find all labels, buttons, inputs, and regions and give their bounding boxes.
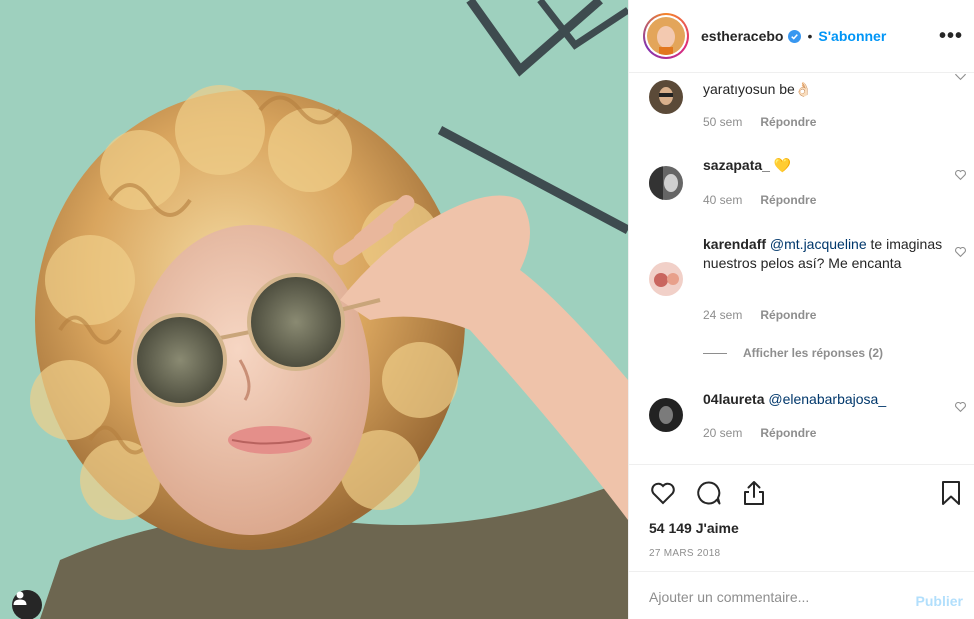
comment-body: 💛 [773,157,792,173]
comment-username[interactable]: karendaff [703,236,766,252]
author-avatar[interactable] [643,13,689,59]
reply-button[interactable]: Répondre [760,426,816,440]
share-upload-icon[interactable] [740,479,768,507]
comment-mention-link[interactable]: @mt.jacqueline [770,236,867,252]
comment-meta: 20 sem Répondre [703,426,816,440]
user-tag-button[interactable] [12,590,42,619]
reply-button[interactable]: Répondre [760,308,816,322]
view-replies-button[interactable]: Afficher les réponses (2) [703,346,883,360]
reply-button[interactable]: Répondre [760,193,816,207]
add-comment-bar: Publier [629,571,974,619]
comment-time[interactable]: 50 sem [703,115,742,129]
add-comment-input[interactable] [649,586,899,608]
commenter-avatar[interactable] [649,262,683,296]
verified-badge-icon [788,29,802,43]
comment-mention-link[interactable]: @elenabarbajosa_ [768,391,886,407]
comment-text: sazapata_ 💛 [703,156,943,175]
post-photo[interactable] [0,0,628,619]
comment-text: yaratıyosun be👌🏻 [703,80,943,99]
comment-meta: 50 sem Répondre [703,115,816,129]
avatar-ring-inner [645,15,687,57]
more-options-icon[interactable]: ••• [939,26,963,46]
user-icon [13,591,27,605]
comment-meta: 24 sem Répondre [703,308,816,322]
publish-button[interactable]: Publier [916,593,963,609]
post-date[interactable]: 27 MARS 2018 [649,548,720,559]
comments-list[interactable]: yaratıyosun be👌🏻 50 sem Répondre sazapata… [629,74,974,464]
post-photo-illustration [0,0,628,619]
author-avatar-image [647,17,685,55]
header-separator: • [807,28,813,44]
bookmark-icon[interactable] [937,479,965,507]
comment-username[interactable]: 04laureta [703,391,764,407]
post-header: estheracebo • S'abonner ••• [629,0,974,73]
comment-meta: 40 sem Répondre [703,193,816,207]
comment-time[interactable]: 24 sem [703,308,742,322]
comment-like-icon[interactable] [954,74,967,81]
post-side-panel: estheracebo • S'abonner ••• yaratıyosun … [628,0,974,619]
comment-like-icon[interactable] [954,400,967,413]
post-actions: 54 149 J'aime 27 MARS 2018 [629,464,974,570]
reply-button[interactable]: Répondre [760,115,816,129]
comment-text: karendaff @mt.jacqueline te imaginas nue… [703,235,943,273]
follow-button[interactable]: S'abonner [818,28,886,44]
comment-body: yaratıyosun be👌🏻 [703,81,813,97]
comment-text: 04laureta @elenabarbajosa_ [703,390,943,409]
commenter-avatar[interactable] [649,398,683,432]
comment-time[interactable]: 40 sem [703,193,742,207]
comment-bubble-icon[interactable] [695,479,723,507]
view-replies-divider [703,352,727,354]
view-replies-label: Afficher les réponses (2) [743,346,884,360]
comment-like-icon[interactable] [954,245,967,258]
commenter-avatar[interactable] [649,80,683,114]
likes-count[interactable]: 54 149 J'aime [649,520,739,536]
comment-time[interactable]: 20 sem [703,426,742,440]
comment-like-icon[interactable] [954,168,967,181]
comment-username[interactable]: sazapata_ [703,157,770,173]
commenter-avatar[interactable] [649,166,683,200]
heart-outline-icon[interactable] [649,479,677,507]
author-username[interactable]: estheracebo [701,28,783,44]
